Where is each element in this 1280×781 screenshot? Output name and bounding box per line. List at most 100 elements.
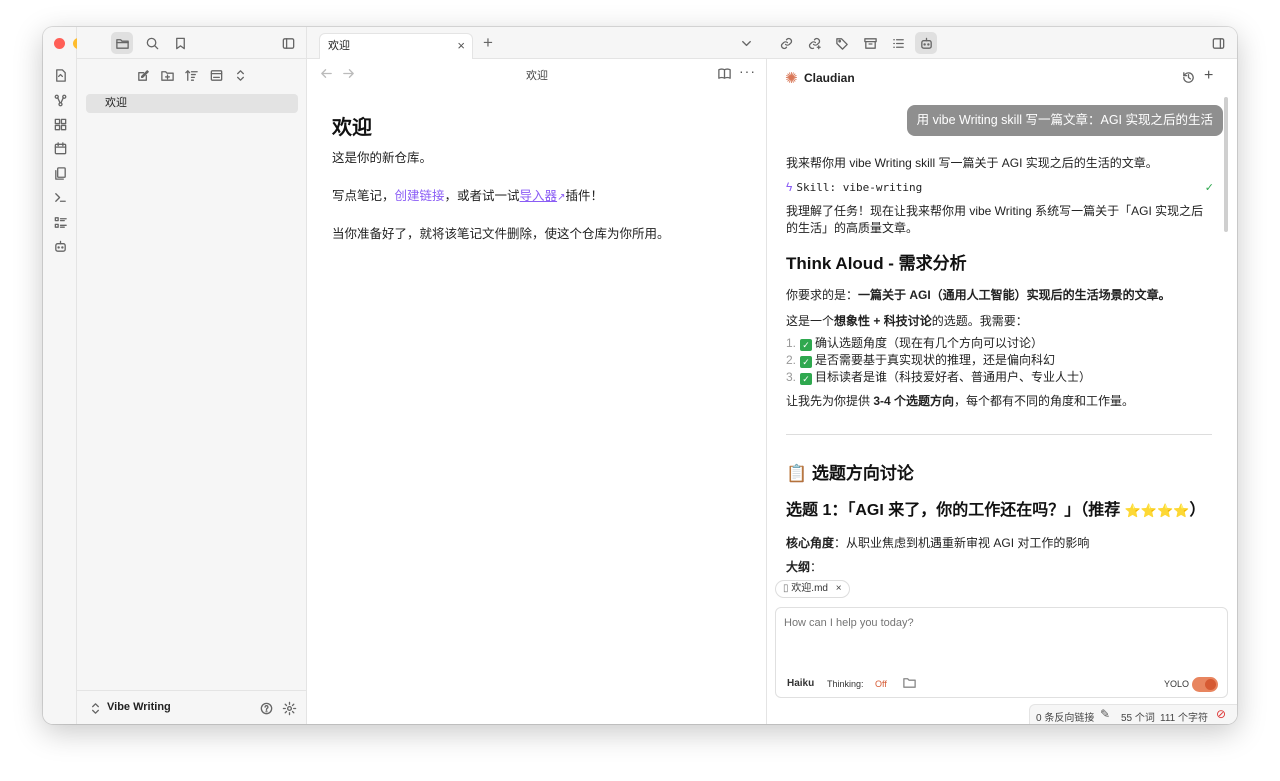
- note-content: 欢迎 这是你的新仓库。 写点笔记，创建链接，或者试一试导入器↗插件！ 当你准备好…: [332, 111, 752, 242]
- heading-think-aloud: Think Aloud - 需求分析: [786, 254, 967, 273]
- user-message-bubble: 用 vibe Writing skill 写一篇文章：AGI 实现之后的生活: [906, 105, 1223, 136]
- note-paragraph-1: 这是你的新仓库。: [332, 151, 433, 165]
- outline-icon[interactable]: [887, 32, 909, 54]
- tab-label: 欢迎: [328, 40, 350, 52]
- daily-note-icon[interactable]: [49, 137, 71, 159]
- new-tab-icon[interactable]: +: [483, 33, 493, 53]
- claudian-tab-bot-icon[interactable]: [915, 32, 937, 54]
- terminal-icon[interactable]: [49, 186, 71, 208]
- note-header-title[interactable]: 欢迎: [307, 67, 767, 83]
- text-span: 插件！: [565, 189, 603, 203]
- settings-gear-icon[interactable]: [278, 697, 300, 719]
- new-note-icon[interactable]: [132, 64, 154, 86]
- archive-icon[interactable]: [859, 32, 881, 54]
- outline-line: 大纲：: [786, 558, 1214, 575]
- sync-off-icon[interactable]: ⊘: [1216, 707, 1226, 721]
- templates-icon[interactable]: [49, 162, 71, 184]
- backlinks-count[interactable]: 0 条反向链接: [1036, 709, 1094, 724]
- folder-icon[interactable]: [899, 672, 919, 692]
- history-icon[interactable]: [1177, 66, 1199, 88]
- file-item-welcome[interactable]: 欢迎: [86, 94, 298, 113]
- note-title: 欢迎: [332, 117, 372, 139]
- model-selector[interactable]: Haiku: [787, 678, 814, 689]
- close-window-button[interactable]: [54, 38, 65, 49]
- list-number: 1.: [786, 336, 797, 350]
- editor-pane: 欢迎 × + 欢迎 ··· 欢迎 这是你的新仓库。 写点笔记，创建链接，或者试一…: [307, 27, 767, 724]
- chat-input[interactable]: [776, 608, 1227, 668]
- yolo-toggle[interactable]: [1192, 677, 1218, 692]
- text-span: 3-4 个选题方向: [873, 394, 955, 408]
- canvas-icon[interactable]: [49, 113, 71, 135]
- more-options-icon[interactable]: ···: [739, 63, 756, 79]
- outline-list-icon[interactable]: [49, 211, 71, 233]
- vault-switch-chevron-icon[interactable]: [85, 697, 105, 719]
- divider: [786, 434, 1212, 435]
- note-paragraph-3: 当你准备好了，就将该笔记文件删除，使这个仓库为你所用。: [332, 227, 670, 241]
- list-number: 2.: [786, 353, 797, 367]
- reading-view-book-icon[interactable]: [713, 62, 735, 84]
- claudian-bot-icon[interactable]: [49, 235, 71, 257]
- check-icon: ✓: [800, 356, 812, 368]
- tab-welcome[interactable]: 欢迎 ×: [319, 33, 473, 59]
- toggle-left-sidebar-icon[interactable]: [277, 32, 299, 54]
- list-text: 确认选题角度（现在有几个方向可以讨论）: [815, 336, 1044, 350]
- context-file-chip[interactable]: ▯ 欢迎.md ×: [775, 580, 850, 598]
- claudian-panel: ✺ Claudian + 用 vibe Writing skill 写一篇文章：…: [767, 27, 1237, 724]
- claudian-title: Claudian: [804, 71, 855, 85]
- tab-bar: 欢迎 × +: [307, 27, 767, 59]
- list-item: 2. ✓ 是否需要基于真实现状的推理，还是偏向科幻: [786, 352, 1214, 369]
- check-icon: ✓: [800, 373, 812, 385]
- help-icon[interactable]: [255, 697, 277, 719]
- create-link-link[interactable]: 创建链接: [395, 189, 445, 203]
- assistant-response: 我来帮你用 vibe Writing skill 写一篇关于 AGI 实现之后的…: [786, 155, 1214, 575]
- core-angle-line: 核心角度：从职业焦虑到机遇重新审视 AGI 对工作的影响: [786, 534, 1214, 551]
- vault-name[interactable]: Vibe Writing: [107, 701, 171, 713]
- toggle-right-sidebar-icon[interactable]: [1207, 32, 1229, 54]
- skill-done-check-icon: ✓: [1204, 181, 1214, 194]
- backlinks-icon[interactable]: [775, 32, 797, 54]
- text-span: 核心角度: [786, 536, 835, 550]
- remove-chip-icon[interactable]: ×: [836, 583, 842, 594]
- importer-link[interactable]: 导入器: [520, 189, 558, 203]
- claudian-logo-icon: ✺: [785, 70, 798, 87]
- sort-icon[interactable]: [180, 64, 202, 86]
- user-message: 用 vibe Writing skill 写一篇文章：AGI 实现之后的生活: [906, 105, 1223, 136]
- edit-pencil-icon[interactable]: ✎: [1100, 707, 1110, 721]
- text-span: 的选题。我需要：: [931, 314, 1028, 328]
- search-icon[interactable]: [141, 32, 163, 54]
- thinking-value[interactable]: Off: [875, 679, 887, 689]
- stars-rating: ⭐⭐⭐⭐: [1124, 503, 1190, 518]
- collapse-all-icon[interactable]: [229, 64, 251, 86]
- tab-list-chevron-down-icon[interactable]: [735, 32, 757, 54]
- file-explorer-sidebar: 欢迎 Vibe Writing: [77, 27, 307, 724]
- file-explorer-folder-icon[interactable]: [111, 32, 133, 54]
- graph-view-icon[interactable]: [49, 89, 71, 111]
- list-text: 目标读者是谁（科技爱好者、普通用户、专业人士）: [815, 370, 1092, 384]
- topic-type-line: 这是一个想象性 + 科技讨论的选题。我需要：: [786, 312, 1214, 329]
- bookmark-icon[interactable]: [169, 32, 191, 54]
- tags-icon[interactable]: [831, 32, 853, 54]
- skill-tool-call[interactable]: ϟ Skill: vibe-writing ✓: [786, 180, 1214, 194]
- text-span: ）: [1189, 502, 1206, 519]
- check-icon: ✓: [800, 339, 812, 351]
- new-chat-plus-icon[interactable]: +: [1204, 67, 1213, 85]
- offer-line: 让我先为你提供 3-4 个选题方向，每个都有不同的角度和工作量。: [786, 392, 1214, 409]
- thinking-label: Thinking:: [827, 679, 864, 689]
- auto-reveal-icon[interactable]: [205, 64, 227, 86]
- text-span: ：: [810, 560, 823, 574]
- text-span: 这是一个: [786, 314, 835, 328]
- new-folder-icon[interactable]: [156, 64, 178, 86]
- vault-switcher-bar: Vibe Writing: [77, 690, 307, 724]
- note-paragraph-2: 写点笔记，创建链接，或者试一试导入器↗插件！: [332, 185, 752, 204]
- text-span: ，每个都有不同的角度和工作量。: [954, 394, 1135, 408]
- text-span: 选题 1：「AGI 来了，你的工作还在吗？」（推荐: [786, 502, 1125, 519]
- text-span: 让我先为你提供: [786, 394, 874, 408]
- chat-scrollbar[interactable]: [1224, 97, 1228, 232]
- open-quick-switcher-icon[interactable]: [49, 64, 71, 86]
- response-paragraph-2: 我理解了任务！现在让我来帮你用 vibe Writing 系统写一篇关于「AGI…: [786, 204, 1204, 235]
- close-tab-icon[interactable]: ×: [457, 34, 465, 58]
- text-span: ：从职业焦虑到机遇重新审视 AGI 对工作的影响: [834, 536, 1090, 550]
- outgoing-links-icon[interactable]: [803, 32, 825, 54]
- status-bar: 0 条反向链接 ✎ 55 个词 111 个字符 ⊘: [1029, 704, 1237, 724]
- checklist: 1. ✓ 确认选题角度（现在有几个方向可以讨论） 2. ✓ 是否需要基于真实现状的推理，…: [786, 335, 1214, 386]
